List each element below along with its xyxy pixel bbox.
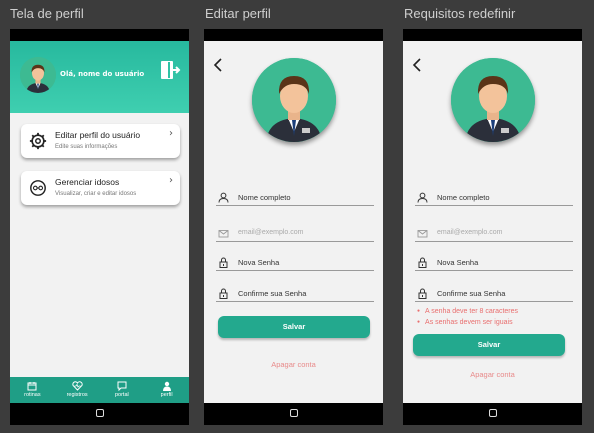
user-icon [218, 192, 229, 203]
panel-title-requirements: Requisitos redefinir [404, 6, 516, 21]
home-button[interactable] [289, 409, 298, 417]
mail-icon [417, 230, 428, 238]
email-field[interactable]: email@exemplo.com [415, 226, 573, 242]
phone-profile-screen: Olá, nome do usuário Editar perfil do us… [10, 29, 189, 425]
gear-icon [29, 132, 47, 150]
avatar[interactable] [451, 58, 535, 142]
tab-label: perfil [160, 392, 173, 398]
new-password-field[interactable]: Nova Senha [216, 255, 374, 271]
new-password-label: Nova Senha [437, 258, 479, 267]
delete-account-link[interactable]: Apagar conta [403, 370, 582, 379]
error-min-length: A senha deve ter 8 caracteres [417, 308, 518, 315]
avatar[interactable] [252, 58, 336, 142]
new-password-label: Nova Senha [238, 258, 280, 267]
logout-icon[interactable] [159, 59, 181, 81]
email-placeholder: email@exemplo.com [437, 229, 503, 236]
edit-profile-card[interactable]: Editar perfil do usuário Edite suas info… [21, 124, 180, 158]
lock-icon [418, 257, 427, 268]
confirm-password-label: Confirme sua Senha [437, 289, 506, 298]
email-field[interactable]: email@exemplo.com [216, 226, 374, 242]
chevron-right-icon: › [169, 128, 173, 139]
card-subtitle: Visualizar, criar e editar idosos [55, 191, 137, 197]
chat-icon [117, 381, 127, 391]
tab-label: rotinas [24, 392, 41, 398]
error-mismatch: As senhas devem ser iguais [417, 319, 513, 326]
greeting-text: Olá, nome do usuário [60, 70, 145, 78]
profile-header: Olá, nome do usuário [10, 41, 189, 113]
home-button[interactable] [488, 409, 497, 417]
save-button[interactable]: Salvar [218, 316, 370, 338]
manage-elderly-card[interactable]: Gerenciar idosos Visualizar, criar e edi… [21, 171, 180, 205]
home-button[interactable] [95, 409, 104, 417]
back-arrow-icon[interactable] [411, 57, 423, 73]
elder-icon [30, 180, 46, 196]
tab-label: registros [66, 392, 88, 398]
phone-requirements-screen: Nome completo email@exemplo.com Nova Sen… [403, 29, 582, 425]
delete-account-link[interactable]: Apagar conta [204, 360, 383, 369]
bottom-tab-bar: rotinas registros portal perfil [10, 377, 189, 403]
chevron-right-icon: › [169, 175, 173, 186]
tab-registros[interactable]: registros [55, 377, 100, 403]
tab-portal[interactable]: portal [100, 377, 145, 403]
lock-icon [418, 288, 427, 299]
system-nav-bar [403, 403, 582, 425]
avatar[interactable] [20, 57, 56, 93]
tab-perfil[interactable]: perfil [144, 377, 189, 403]
tab-rotinas[interactable]: rotinas [10, 377, 55, 403]
full-name-placeholder: Nome completo [437, 193, 490, 202]
confirm-password-field[interactable]: Confirme sua Senha [415, 286, 573, 302]
user-icon [417, 192, 428, 203]
lock-icon [219, 288, 228, 299]
card-subtitle: Edite suas informações [55, 144, 118, 150]
system-nav-bar [204, 403, 383, 425]
status-bar [204, 29, 383, 41]
heart-icon [71, 381, 83, 391]
panel-title-profile: Tela de perfil [10, 6, 84, 21]
user-icon [162, 381, 171, 391]
system-nav-bar [10, 403, 189, 425]
full-name-field[interactable]: Nome completo [415, 190, 573, 206]
save-button[interactable]: Salvar [413, 334, 565, 356]
back-arrow-icon[interactable] [212, 57, 224, 73]
tab-label: portal [114, 392, 129, 398]
confirm-password-label: Confirme sua Senha [238, 289, 307, 298]
card-title: Editar perfil do usuário [55, 130, 141, 140]
lock-icon [219, 257, 228, 268]
new-password-field[interactable]: Nova Senha [415, 255, 573, 271]
confirm-password-field[interactable]: Confirme sua Senha [216, 286, 374, 302]
card-title: Gerenciar idosos [55, 177, 120, 187]
full-name-field[interactable]: Nome completo [216, 190, 374, 206]
mail-icon [218, 230, 229, 238]
phone-edit-screen: Nome completo email@exemplo.com Nova Sen… [204, 29, 383, 425]
status-bar [10, 29, 189, 41]
status-bar [403, 29, 582, 41]
full-name-placeholder: Nome completo [238, 193, 291, 202]
panel-title-edit: Editar perfil [205, 6, 271, 21]
calendar-icon [27, 382, 37, 391]
email-placeholder: email@exemplo.com [238, 229, 304, 236]
